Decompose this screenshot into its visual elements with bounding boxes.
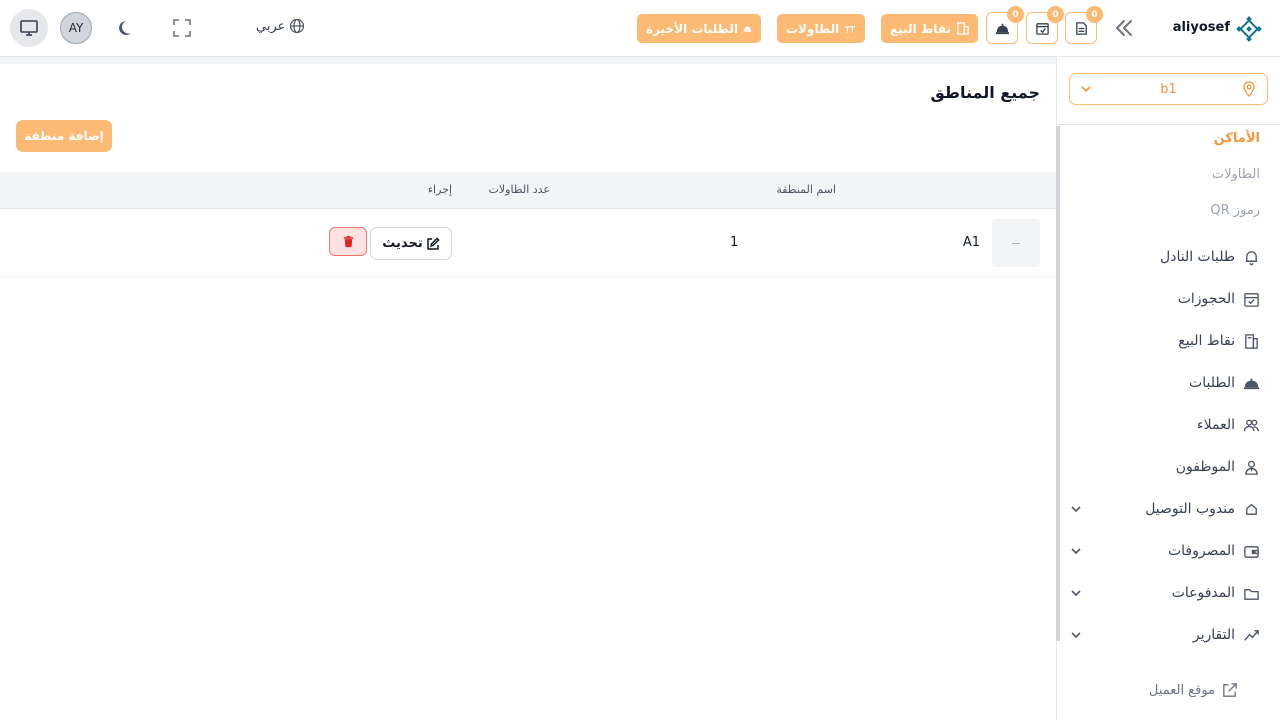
- chevron-down-icon: [1071, 590, 1081, 597]
- top-bar: aliyosef 0 0 0 نقاط البيع الطاولات الطلب…: [0, 0, 1280, 57]
- branch-value: b1: [1160, 82, 1177, 97]
- collapse-sidebar-icon[interactable]: [1112, 16, 1136, 40]
- recent-orders-button[interactable]: الطلبات الأخيرة: [637, 14, 761, 43]
- area-name: A1: [962, 235, 980, 250]
- trash-icon: [343, 235, 353, 248]
- external-link-icon: [1223, 683, 1237, 697]
- sidebar-subitem-tables[interactable]: الطاولات: [1212, 167, 1260, 182]
- sidebar-item-payments[interactable]: المدفوعات: [1070, 582, 1260, 604]
- pos-icon: [1245, 333, 1258, 349]
- sidebar-item-reservations[interactable]: الحجوزات: [1070, 288, 1260, 310]
- delivery-icon: [1246, 503, 1257, 515]
- sidebar-item-expenses[interactable]: المصروفات: [1070, 540, 1260, 562]
- sidebar: b1 الأماكن الطاولات رموز QR طلبات النادل…: [1056, 57, 1280, 720]
- chevron-down-icon: [1081, 86, 1091, 93]
- add-area-button[interactable]: إضافة منطقة: [16, 120, 112, 152]
- avatar[interactable]: AY: [60, 12, 92, 44]
- receipt-icon: [1075, 21, 1087, 35]
- sidebar-item-pos[interactable]: نقاط البيع: [1070, 330, 1260, 352]
- sidebar-item-delivery[interactable]: مندوب التوصيل: [1070, 498, 1260, 520]
- update-button[interactable]: تحديث: [370, 227, 452, 260]
- reservations-notification-button[interactable]: 0: [1026, 6, 1064, 44]
- divider: [1057, 124, 1280, 125]
- waiter-notification-button[interactable]: 0: [986, 6, 1024, 44]
- globe-icon: [290, 18, 305, 34]
- column-header-action: إجراء: [427, 183, 452, 196]
- table-row: -- A1 1 تحديث: [0, 209, 1056, 277]
- orders-badge: 0: [1086, 6, 1103, 23]
- page-title: جميع المناطق: [930, 83, 1040, 102]
- client-site-link[interactable]: موقع العميل: [1149, 682, 1238, 699]
- sidebar-item-customers[interactable]: العملاء: [1070, 414, 1260, 436]
- area-tables-count: 1: [730, 235, 739, 250]
- language-label: عربي: [256, 18, 286, 34]
- delete-button[interactable]: [329, 227, 367, 256]
- fullscreen-icon[interactable]: [172, 18, 192, 38]
- sidebar-item-orders[interactable]: الطلبات: [1070, 372, 1260, 394]
- cloche-icon: [995, 23, 1009, 34]
- scrollbar[interactable]: [1056, 126, 1060, 641]
- cloche-icon: [1243, 378, 1260, 389]
- users-icon: [1243, 419, 1260, 431]
- chevron-down-icon: [1071, 632, 1081, 639]
- waiter-badge: 0: [1007, 6, 1024, 23]
- tables-icon: [845, 26, 856, 33]
- bell-icon: [1245, 250, 1258, 265]
- calendar-check-icon: [1244, 292, 1259, 307]
- sidebar-item-waiter-requests[interactable]: طلبات النادل: [1070, 246, 1260, 268]
- column-header-name: اسم المنطقة: [776, 183, 836, 196]
- edit-icon: [426, 236, 440, 250]
- reservations-badge: 0: [1047, 6, 1064, 23]
- chart-icon: [1244, 629, 1259, 641]
- sidebar-item-staff[interactable]: الموظفون: [1070, 456, 1260, 478]
- calendar-check-icon: [1035, 22, 1049, 35]
- cloche-icon: [743, 26, 752, 32]
- moon-icon[interactable]: [117, 18, 137, 38]
- area-thumbnail: --: [992, 219, 1040, 267]
- sidebar-item-reports[interactable]: التقارير: [1070, 624, 1260, 646]
- chevron-down-icon: [1071, 506, 1081, 513]
- language-switcher[interactable]: عربي: [256, 18, 305, 34]
- monitor-icon: [20, 20, 38, 36]
- orders-notification-button[interactable]: 0: [1065, 6, 1103, 44]
- logo-icon: [1236, 16, 1262, 42]
- sidebar-subitem-places[interactable]: الأماكن: [1214, 131, 1260, 146]
- areas-card: جميع المناطق إضافة منطقة اسم المنطقة عدد…: [0, 64, 1056, 720]
- screen-mode-button[interactable]: [10, 9, 48, 47]
- pos-button[interactable]: نقاط البيع: [881, 14, 978, 43]
- folder-icon: [1244, 588, 1259, 600]
- sidebar-subitem-qr[interactable]: رموز QR: [1210, 203, 1260, 218]
- brand-name: aliyosef: [1172, 20, 1230, 35]
- table-header: اسم المنطقة عدد الطاولات إجراء: [0, 172, 1056, 209]
- chevron-down-icon: [1071, 548, 1081, 555]
- staff-icon: [1245, 460, 1258, 475]
- pos-icon: [957, 22, 969, 35]
- column-header-tables-count: عدد الطاولات: [488, 183, 550, 196]
- wallet-icon: [1244, 545, 1259, 558]
- tables-button[interactable]: الطاولات: [777, 14, 865, 43]
- branch-select[interactable]: b1: [1069, 73, 1268, 105]
